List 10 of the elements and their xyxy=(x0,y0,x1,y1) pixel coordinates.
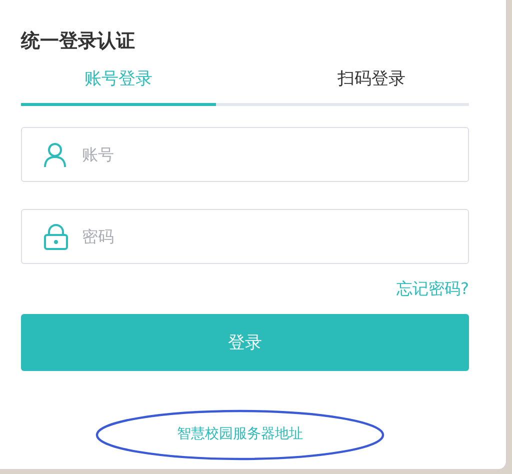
forgot-password-link[interactable]: 忘记密码? xyxy=(396,278,469,300)
login-button[interactable]: 登录 xyxy=(21,314,469,371)
login-title: 统一登录认证 xyxy=(21,29,136,54)
user-icon xyxy=(44,142,66,166)
server-address-link[interactable]: 智慧校园服务器地址 xyxy=(177,424,303,444)
login-tab[interactable]: 扫码登录 xyxy=(274,67,469,103)
login-tab[interactable]: 账号登录 xyxy=(21,67,216,103)
lock-icon xyxy=(44,224,68,250)
password-field[interactable]: 密码 xyxy=(21,209,469,264)
account-field[interactable]: 账号 xyxy=(21,127,469,182)
